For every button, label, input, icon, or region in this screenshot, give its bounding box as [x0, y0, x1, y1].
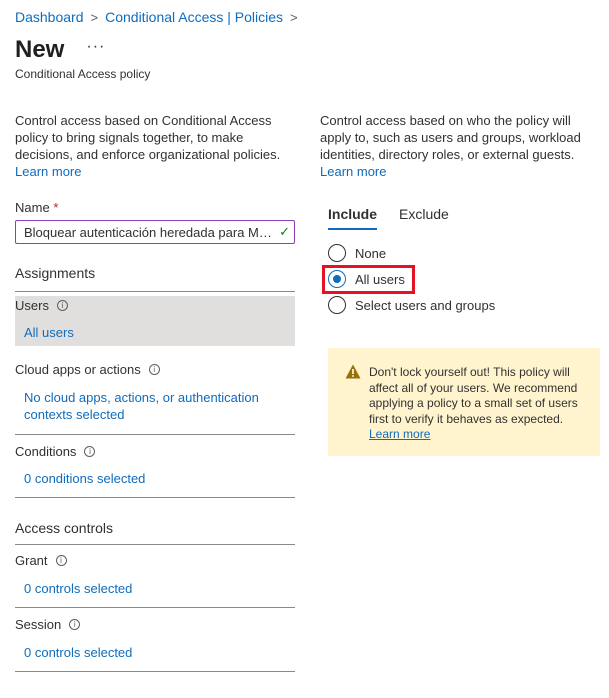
tab-include[interactable]: Include — [328, 206, 378, 230]
name-input-value: Bloquear autenticación heredada para M36… — [24, 224, 276, 240]
info-icon[interactable]: i — [69, 619, 81, 630]
info-icon[interactable]: i — [56, 300, 68, 311]
grant-label-text: Grant — [15, 553, 48, 568]
include-exclude-tabs: Include Exclude — [328, 206, 471, 230]
radio-none[interactable]: None — [328, 244, 386, 262]
left-learn-more-link[interactable]: Learn more — [15, 163, 81, 180]
divider — [15, 671, 295, 672]
conditions-label: Conditions i — [15, 444, 96, 459]
page-subtitle: Conditional Access policy — [15, 67, 151, 81]
right-description: Control access based on who the policy w… — [320, 112, 605, 180]
radio-select-users-label: Select users and groups — [355, 297, 496, 313]
warning-text: Don't lock yourself out! This policy wil… — [369, 365, 578, 426]
assignments-title: Assignments — [15, 265, 96, 281]
radio-button[interactable] — [328, 296, 346, 314]
warning-banner: Don't lock yourself out! This policy wil… — [328, 348, 600, 456]
grant-value-link[interactable]: 0 controls selected — [24, 580, 132, 597]
tab-exclude[interactable]: Exclude — [399, 206, 449, 230]
divider — [15, 497, 295, 498]
radio-none-label: None — [355, 245, 387, 261]
left-description: Control access based on Conditional Acce… — [15, 112, 295, 180]
conditions-label-text: Conditions — [15, 444, 77, 459]
chevron-right-icon: > — [90, 9, 99, 25]
session-label-text: Session — [15, 617, 62, 632]
required-marker: * — [53, 200, 59, 215]
warning-learn-more-link[interactable]: Learn more — [369, 427, 430, 443]
radio-button[interactable] — [328, 244, 346, 262]
info-icon[interactable]: i — [148, 364, 160, 375]
access-controls-title: Access controls — [15, 520, 114, 536]
grant-label: Grant i — [15, 553, 67, 568]
session-value-link[interactable]: 0 controls selected — [24, 644, 132, 661]
right-description-text: Control access based on who the policy w… — [320, 113, 581, 162]
name-input[interactable]: Bloquear autenticación heredada para M36… — [15, 220, 295, 244]
more-options-button[interactable]: ··· — [86, 38, 105, 56]
session-label: Session i — [15, 617, 81, 632]
chevron-right-icon: > — [290, 9, 298, 25]
cloud-apps-label: Cloud apps or actions i — [15, 362, 160, 377]
divider — [15, 291, 295, 292]
breadcrumb-conditional-access-policies[interactable]: Conditional Access | Policies — [105, 9, 283, 25]
radio-select-users[interactable]: Select users and groups — [328, 296, 495, 314]
left-description-text: Control access based on Conditional Acce… — [15, 113, 281, 162]
name-label-text: Name — [15, 200, 50, 215]
check-icon: ✓ — [279, 224, 290, 239]
cloud-apps-label-text: Cloud apps or actions — [15, 362, 141, 377]
users-label: Users i — [15, 298, 68, 313]
divider — [15, 544, 295, 545]
warning-icon — [345, 364, 361, 379]
breadcrumb-dashboard[interactable]: Dashboard — [15, 9, 84, 25]
name-label: Name * — [15, 200, 58, 215]
info-icon[interactable]: i — [84, 446, 96, 457]
conditions-value-link[interactable]: 0 conditions selected — [24, 470, 145, 487]
breadcrumb: Dashboard > Conditional Access | Policie… — [15, 9, 305, 25]
cloud-apps-value-link[interactable]: No cloud apps, actions, or authenticatio… — [24, 389, 274, 423]
users-value-link[interactable]: All users — [24, 324, 74, 341]
highlight-box — [322, 265, 415, 294]
divider — [15, 434, 295, 435]
page-title: New — [15, 36, 65, 63]
users-label-text: Users — [15, 298, 49, 313]
page-header: New ··· — [15, 36, 105, 64]
right-learn-more-link[interactable]: Learn more — [320, 163, 386, 180]
divider — [15, 607, 295, 608]
info-icon[interactable]: i — [55, 555, 67, 566]
